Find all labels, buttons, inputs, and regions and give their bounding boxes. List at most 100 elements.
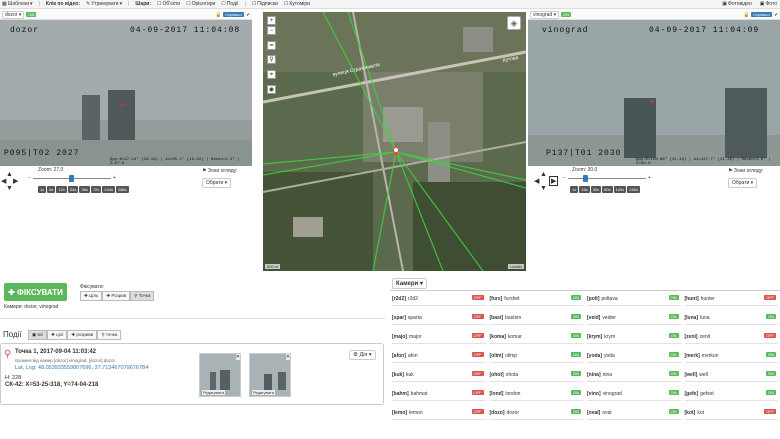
focus-point-option[interactable]: ⚲ Точка bbox=[130, 291, 155, 301]
left-zones-dropdown[interactable]: Обрати ▾ bbox=[202, 178, 232, 188]
camera-status-toggle[interactable]: ON bbox=[571, 390, 581, 395]
camera-status-toggle[interactable]: ON bbox=[571, 333, 581, 338]
camera-status-toggle[interactable]: ON bbox=[571, 352, 581, 357]
right-ptz-down-icon[interactable]: ▼ bbox=[540, 185, 547, 192]
left-zoom-in-button[interactable]: + bbox=[113, 175, 116, 181]
camera-status-toggle[interactable]: ON bbox=[571, 371, 581, 376]
right-preset-1[interactable]: 15x bbox=[579, 186, 590, 193]
map-layers-icon[interactable]: ◈ bbox=[507, 16, 521, 30]
focus-target-option[interactable]: ✚ Ціль bbox=[80, 291, 103, 301]
camera-row-lemon[interactable]: [lemo] lemon OFF bbox=[392, 406, 486, 420]
camera-row-dozor[interactable]: [dozo] dozor ON bbox=[489, 406, 583, 420]
event-action-dropdown[interactable]: ⚙ Дія ▾ bbox=[349, 350, 376, 360]
left-camera-status[interactable]: ON bbox=[26, 12, 37, 17]
camera-status-toggle[interactable]: OFF bbox=[471, 352, 484, 357]
map-pin-icon[interactable]: ⚲ bbox=[267, 55, 276, 64]
map-view[interactable]: вулиця Стратонавтів Кутова + − ━ ⚲ ⌖ ◉ ◈… bbox=[263, 12, 526, 271]
camera-status-toggle[interactable]: OFF bbox=[471, 371, 484, 376]
layer-landmarks-toggle[interactable]: ☐ Орієнтири bbox=[186, 1, 215, 7]
camera-status-toggle[interactable]: OFF bbox=[764, 409, 776, 414]
camera-row-kuk[interactable]: [kuk] kuk OFF bbox=[392, 368, 486, 382]
left-preset-7[interactable]: 288x bbox=[115, 186, 129, 193]
left-preset-3[interactable]: 24x bbox=[67, 186, 79, 193]
camera-status-toggle[interactable]: ON bbox=[668, 371, 679, 376]
right-preset-0[interactable]: 1x bbox=[570, 186, 579, 193]
event-card[interactable]: ⚲ Точка 1, 2017-09-04 11:03:42 промені в… bbox=[0, 343, 384, 405]
camera-status-toggle[interactable]: ON bbox=[668, 352, 679, 357]
thumb-2-edit-label[interactable]: Редагувати bbox=[252, 390, 275, 395]
event-thumbnail-1[interactable]: ✕ Редагувати bbox=[199, 353, 241, 397]
right-preset-2[interactable]: 30x bbox=[590, 186, 602, 193]
right-zoom-out-button[interactable]: − bbox=[563, 175, 566, 181]
focus-burst-option[interactable]: ✚ Розрив bbox=[102, 291, 131, 301]
right-camera-video[interactable]: vinograd ▾ ON 🔒 Скріншот ✔ vinograd 04-0… bbox=[528, 10, 780, 166]
left-preset-5[interactable]: 72x bbox=[90, 186, 102, 193]
left-ptz-up-icon[interactable]: ▲ bbox=[6, 171, 13, 178]
camera-row-bahmat[interactable]: [bahm] bahmat OFF bbox=[392, 387, 486, 401]
click-video-dropdown[interactable]: ✎ Утримувати ▾ bbox=[86, 1, 122, 7]
left-screenshot-button[interactable]: Скріншот bbox=[223, 12, 245, 17]
right-ptz-right-icon[interactable]: ▶ bbox=[549, 176, 559, 186]
right-camera-check-icon[interactable]: ✔ bbox=[774, 12, 778, 18]
right-zoom-slider[interactable] bbox=[567, 174, 646, 182]
camera-status-toggle[interactable]: ON bbox=[668, 314, 679, 319]
camera-status-toggle[interactable]: ON bbox=[571, 314, 581, 319]
filter-bursts[interactable]: ✚ розриви bbox=[67, 330, 98, 340]
left-ptz-down-icon[interactable]: ▼ bbox=[6, 185, 13, 192]
right-preset-5[interactable]: 240x bbox=[627, 186, 640, 193]
templates-button[interactable]: ▦ Шаблони ▾ bbox=[2, 1, 33, 7]
camera-status-toggle[interactable]: OFF bbox=[471, 409, 484, 414]
right-preset-4[interactable]: 120x bbox=[613, 186, 627, 193]
right-zones-dropdown[interactable]: Обрати ▾ bbox=[728, 178, 758, 188]
camera-status-toggle[interactable]: ON bbox=[766, 314, 776, 319]
left-zoom-out-button[interactable]: − bbox=[28, 175, 31, 181]
camera-row-zenit[interactable]: [zeni] zenit OFF bbox=[684, 330, 778, 344]
camera-row-krym[interactable]: [krym] krym ON bbox=[587, 330, 681, 344]
left-ptz-left-icon[interactable]: ◀ bbox=[1, 177, 6, 185]
camera-row-r2d2[interactable]: [r2d2] r2d2 OFF bbox=[392, 292, 486, 306]
left-preset-4[interactable]: 36x bbox=[79, 186, 90, 193]
camera-status-toggle[interactable]: ON bbox=[571, 409, 581, 414]
camera-row-merkun[interactable]: [merk] merkun ON bbox=[684, 349, 778, 363]
camera-row-luna[interactable]: [luna] luna ON bbox=[684, 311, 778, 325]
camera-row-major[interactable]: [majo] major OFF bbox=[392, 330, 486, 344]
right-preset-3[interactable]: 60x bbox=[602, 186, 613, 193]
left-zoom-knob[interactable] bbox=[69, 174, 75, 182]
photo-button[interactable]: ▣ Фото bbox=[760, 1, 777, 7]
camera-row-komar[interactable]: [koma] komar ON bbox=[489, 330, 583, 344]
left-preset-2[interactable]: 12x bbox=[56, 186, 67, 193]
left-preset-0[interactable]: 1x bbox=[38, 186, 47, 193]
camera-row-yoda[interactable]: [yoda] yoda ON bbox=[587, 349, 681, 363]
left-zoom-slider[interactable] bbox=[32, 174, 111, 182]
cameras-dropdown[interactable]: Камери ▾ bbox=[392, 278, 427, 289]
subscriptions-toggle[interactable]: ☐ Підписки bbox=[252, 1, 278, 7]
camera-status-toggle[interactable]: OFF bbox=[764, 295, 776, 300]
event-latlng[interactable]: Lat, Lng: 48.053933559807696, 37.7134670… bbox=[15, 365, 149, 371]
camera-status-toggle[interactable]: OFF bbox=[471, 390, 484, 395]
photo-video-button[interactable]: ▣ Фотовідео bbox=[722, 1, 751, 7]
right-camera-select[interactable]: vinograd ▾ bbox=[530, 10, 560, 19]
map-marker-icon[interactable]: ◉ bbox=[267, 85, 276, 94]
camera-row-oval[interactable]: [oval] oval ON bbox=[587, 406, 681, 420]
camera-status-toggle[interactable]: ON bbox=[668, 409, 679, 414]
camera-status-toggle[interactable]: ON bbox=[766, 352, 776, 357]
layer-events-toggle[interactable]: ☐ Події bbox=[221, 1, 238, 7]
camera-row-ohota[interactable]: [ohot] ohota ON bbox=[489, 368, 583, 382]
thumb-1-close-icon[interactable]: ✕ bbox=[235, 354, 240, 360]
map-zoom-in-button[interactable]: + bbox=[267, 16, 276, 25]
left-ptz-right-icon[interactable]: ▶ bbox=[13, 177, 18, 185]
left-camera-check-icon[interactable]: ✔ bbox=[246, 12, 250, 18]
left-camera-lock-icon[interactable]: 🔒 bbox=[215, 12, 221, 18]
camera-row-kot[interactable]: [kot] kot OFF bbox=[684, 406, 778, 420]
left-camera-select[interactable]: dozor ▾ bbox=[2, 10, 25, 19]
camera-row-poltava[interactable]: [polt] poltava ON bbox=[587, 292, 681, 306]
camera-status-toggle[interactable]: ON bbox=[668, 390, 679, 395]
right-ptz-left-icon[interactable]: ◀ bbox=[534, 177, 539, 185]
layer-objects-toggle[interactable]: ☐ Об'єкти bbox=[157, 1, 180, 7]
camera-status-toggle[interactable]: ON bbox=[668, 333, 679, 338]
camera-status-toggle[interactable]: ON bbox=[766, 371, 776, 376]
camera-status-toggle[interactable]: OFF bbox=[471, 333, 484, 338]
camera-status-toggle[interactable]: OFF bbox=[471, 295, 484, 300]
right-ptz-up-icon[interactable]: ▲ bbox=[540, 171, 547, 178]
camera-status-toggle[interactable]: ON bbox=[766, 390, 776, 395]
